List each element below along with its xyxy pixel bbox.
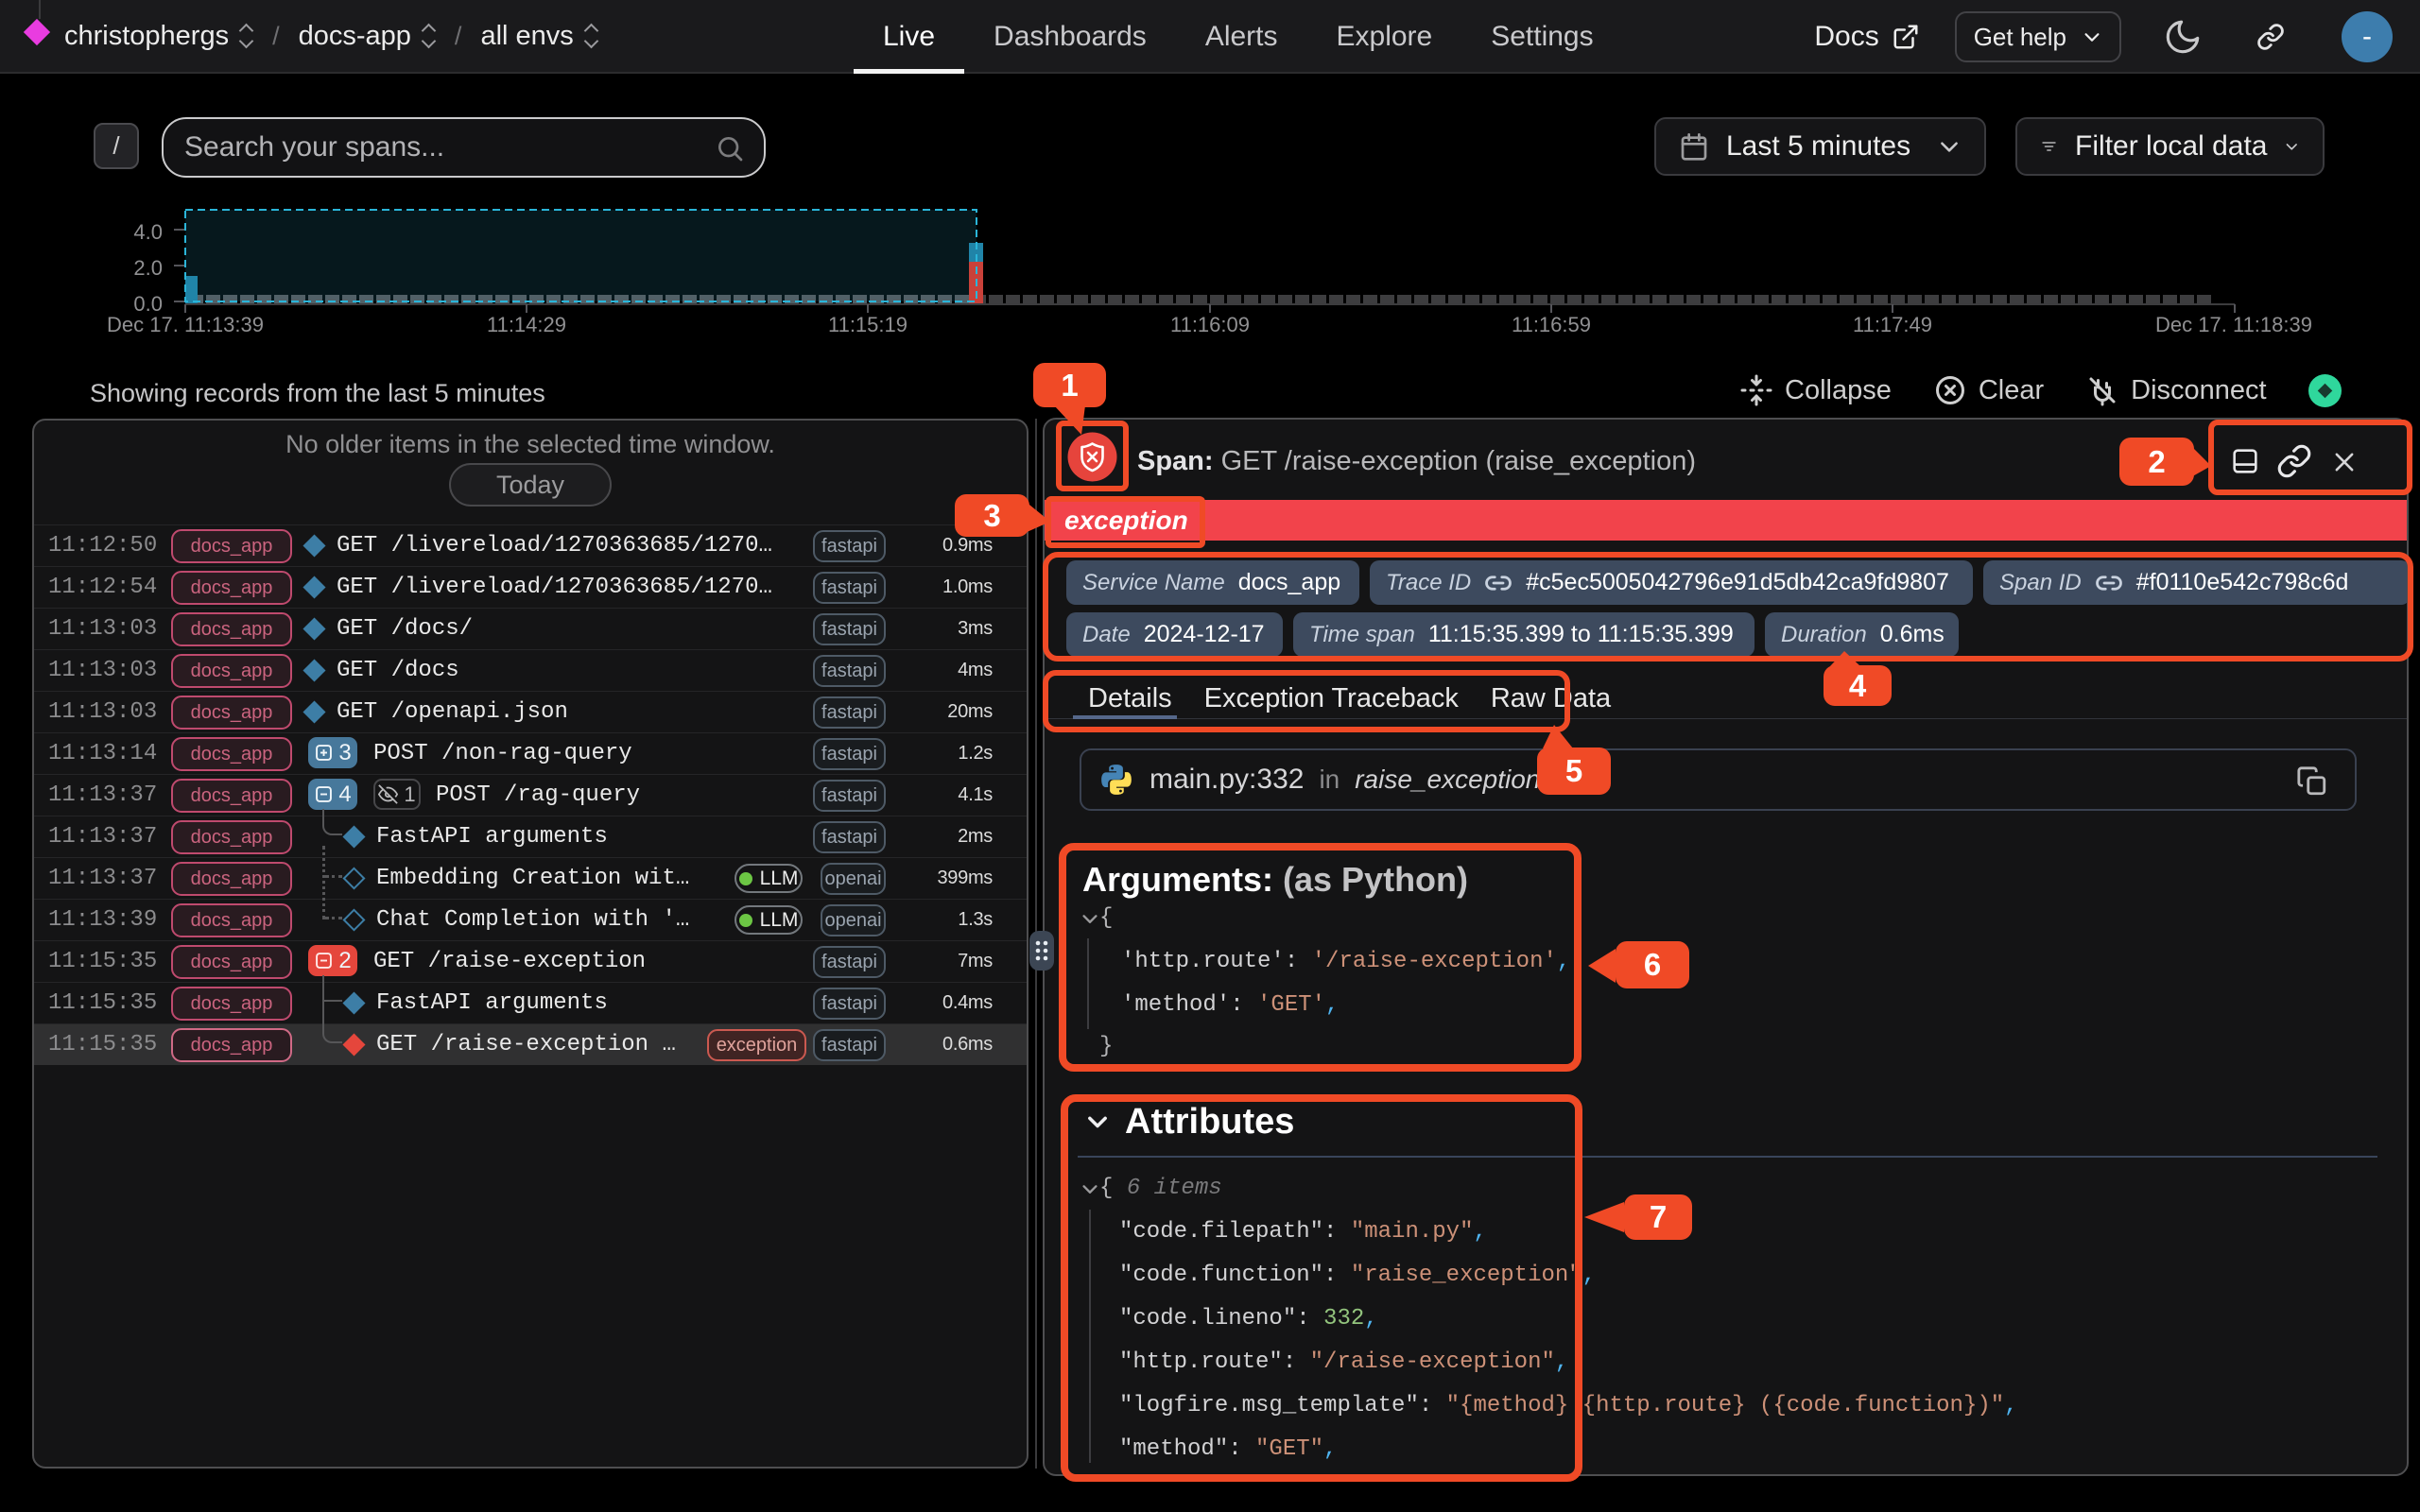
svg-text:11:16:59: 11:16:59 xyxy=(1512,313,1591,336)
svg-text:11:16:09: 11:16:09 xyxy=(1170,313,1250,336)
svg-text:4.0: 4.0 xyxy=(133,220,163,244)
svg-text:11:14:29: 11:14:29 xyxy=(487,313,566,336)
svg-text:11:17:49: 11:17:49 xyxy=(1853,313,1932,336)
svg-text:Dec 17. 11:18:39: Dec 17. 11:18:39 xyxy=(2155,313,2312,336)
svg-text:11:15:19: 11:15:19 xyxy=(828,313,908,336)
svg-text:Dec 17. 11:13:39: Dec 17. 11:13:39 xyxy=(107,313,264,336)
svg-text:2.0: 2.0 xyxy=(133,256,163,280)
